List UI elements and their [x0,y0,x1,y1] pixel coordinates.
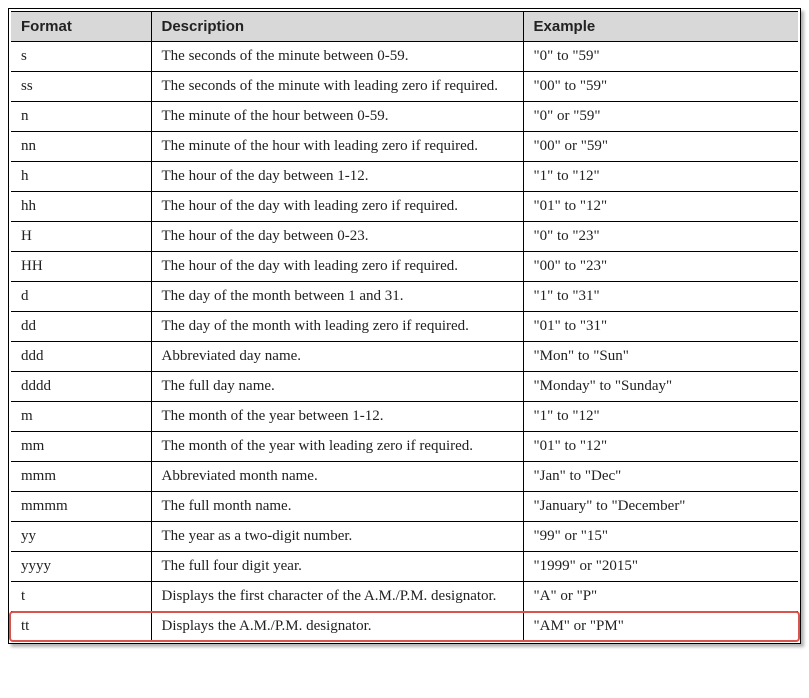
cell-description: The full day name. [151,372,523,402]
table-row: nThe minute of the hour between 0-59."0"… [11,102,798,132]
cell-description: The month of the year with leading zero … [151,432,523,462]
cell-format: ddd [11,342,151,372]
table-row: mmmAbbreviated month name."Jan" to "Dec" [11,462,798,492]
document-wrapper: Format Description Example sThe seconds … [8,8,801,644]
cell-description: Displays the first character of the A.M.… [151,582,523,612]
cell-format: H [11,222,151,252]
cell-example: "AM" or "PM" [523,612,798,642]
table-row: mmmmThe full month name."January" to "De… [11,492,798,522]
cell-description: The seconds of the minute between 0-59. [151,42,523,72]
cell-format: HH [11,252,151,282]
table-row: hThe hour of the day between 1-12."1" to… [11,162,798,192]
cell-format: mmmm [11,492,151,522]
cell-example: "0" to "23" [523,222,798,252]
cell-description: The minute of the hour with leading zero… [151,132,523,162]
table-row: dThe day of the month between 1 and 31."… [11,282,798,312]
table-row: tDisplays the first character of the A.M… [11,582,798,612]
cell-format: d [11,282,151,312]
table-body: sThe seconds of the minute between 0-59.… [11,42,798,642]
cell-description: Displays the A.M./P.M. designator. [151,612,523,642]
cell-description: The full four digit year. [151,552,523,582]
cell-description: The full month name. [151,492,523,522]
cell-description: Abbreviated day name. [151,342,523,372]
header-description: Description [151,12,523,42]
cell-description: Abbreviated month name. [151,462,523,492]
cell-format: tt [11,612,151,642]
cell-example: "01" to "31" [523,312,798,342]
cell-format: m [11,402,151,432]
cell-example: "1" to "12" [523,162,798,192]
cell-description: The hour of the day with leading zero if… [151,192,523,222]
table-row: nnThe minute of the hour with leading ze… [11,132,798,162]
cell-example: "0" or "59" [523,102,798,132]
table-row: mThe month of the year between 1-12."1" … [11,402,798,432]
cell-example: "00" to "23" [523,252,798,282]
header-example: Example [523,12,798,42]
cell-format: t [11,582,151,612]
cell-description: The seconds of the minute with leading z… [151,72,523,102]
cell-format: n [11,102,151,132]
table-row: mmThe month of the year with leading zer… [11,432,798,462]
format-table: Format Description Example sThe seconds … [11,11,798,641]
cell-example: "1" to "31" [523,282,798,312]
table-container: Format Description Example sThe seconds … [11,11,798,641]
table-row: HThe hour of the day between 0-23."0" to… [11,222,798,252]
cell-description: The day of the month with leading zero i… [151,312,523,342]
table-row: dddAbbreviated day name."Mon" to "Sun" [11,342,798,372]
cell-example: "Monday" to "Sunday" [523,372,798,402]
header-format: Format [11,12,151,42]
cell-format: dddd [11,372,151,402]
table-row: yyyyThe full four digit year."1999" or "… [11,552,798,582]
cell-format: mm [11,432,151,462]
cell-example: "01" to "12" [523,192,798,222]
cell-format: h [11,162,151,192]
cell-format: yyyy [11,552,151,582]
table-row: ttDisplays the A.M./P.M. designator."AM"… [11,612,798,642]
cell-description: The year as a two-digit number. [151,522,523,552]
table-row: hhThe hour of the day with leading zero … [11,192,798,222]
cell-format: yy [11,522,151,552]
table-row: HHThe hour of the day with leading zero … [11,252,798,282]
cell-description: The month of the year between 1-12. [151,402,523,432]
table-row: sThe seconds of the minute between 0-59.… [11,42,798,72]
cell-example: "Jan" to "Dec" [523,462,798,492]
table-row: yyThe year as a two-digit number."99" or… [11,522,798,552]
cell-example: "00" or "59" [523,132,798,162]
table-row: ssThe seconds of the minute with leading… [11,72,798,102]
cell-description: The hour of the day with leading zero if… [151,252,523,282]
cell-description: The day of the month between 1 and 31. [151,282,523,312]
cell-format: dd [11,312,151,342]
cell-description: The minute of the hour between 0-59. [151,102,523,132]
cell-example: "99" or "15" [523,522,798,552]
cell-format: ss [11,72,151,102]
cell-example: "01" to "12" [523,432,798,462]
cell-format: nn [11,132,151,162]
cell-example: "1999" or "2015" [523,552,798,582]
table-header: Format Description Example [11,12,798,42]
cell-format: hh [11,192,151,222]
cell-example: "A" or "P" [523,582,798,612]
cell-example: "00" to "59" [523,72,798,102]
cell-description: The hour of the day between 0-23. [151,222,523,252]
cell-example: "0" to "59" [523,42,798,72]
cell-example: "1" to "12" [523,402,798,432]
cell-example: "Mon" to "Sun" [523,342,798,372]
cell-example: "January" to "December" [523,492,798,522]
cell-format: s [11,42,151,72]
cell-format: mmm [11,462,151,492]
cell-description: The hour of the day between 1-12. [151,162,523,192]
table-row: ddddThe full day name."Monday" to "Sunda… [11,372,798,402]
table-row: ddThe day of the month with leading zero… [11,312,798,342]
